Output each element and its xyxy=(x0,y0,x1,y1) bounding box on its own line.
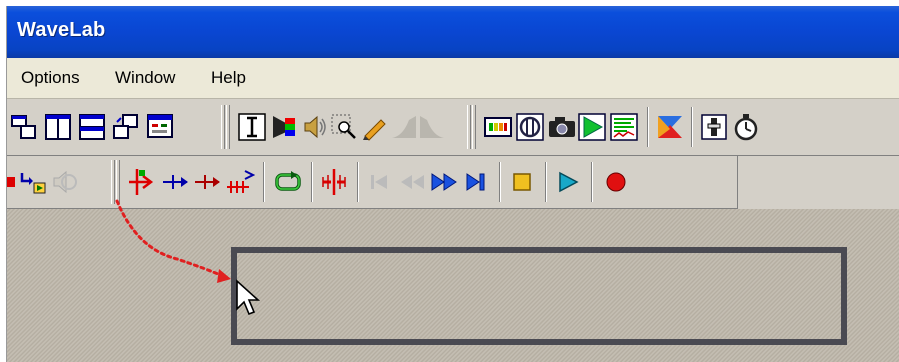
toolbar-grip[interactable] xyxy=(116,160,120,204)
plugin-icon[interactable] xyxy=(515,112,545,142)
toolbar-separator xyxy=(263,162,265,202)
color-palette-icon[interactable] xyxy=(269,112,299,142)
annotation-arrow xyxy=(115,199,231,283)
title-bar[interactable]: WaveLab xyxy=(7,6,899,58)
go-end-icon[interactable] xyxy=(461,167,491,197)
window-title: WaveLab xyxy=(17,19,106,41)
camera-icon[interactable] xyxy=(547,112,577,142)
prev-marker-icon[interactable] xyxy=(193,167,223,197)
columns-icon[interactable] xyxy=(43,112,73,142)
window-tile-icon[interactable] xyxy=(9,112,39,142)
stop-icon[interactable] xyxy=(507,167,537,197)
spectrum-icon[interactable] xyxy=(609,112,639,142)
loop-icon[interactable] xyxy=(273,167,303,197)
mouse-cursor-icon xyxy=(236,279,261,316)
toolbar-separator xyxy=(311,162,313,202)
go-start-icon[interactable] xyxy=(365,167,395,197)
highlight-rectangle xyxy=(231,247,847,345)
zoom-icon[interactable] xyxy=(329,112,359,142)
panel-icon[interactable] xyxy=(145,112,175,142)
crossfade-icon[interactable] xyxy=(655,112,685,142)
toolbar-grip[interactable] xyxy=(111,160,115,204)
main-toolbar xyxy=(7,99,899,156)
toolbar-separator xyxy=(357,162,359,202)
play-range-icon[interactable] xyxy=(577,112,607,142)
toolbar-grip[interactable] xyxy=(226,105,230,149)
fade-in-icon[interactable] xyxy=(389,112,419,142)
play-icon[interactable] xyxy=(553,167,583,197)
rewind-icon[interactable] xyxy=(397,167,427,197)
speaker-icon[interactable] xyxy=(300,112,330,142)
multi-marker-icon[interactable] xyxy=(225,167,255,197)
fast-forward-icon[interactable] xyxy=(429,167,459,197)
workspace-area[interactable] xyxy=(7,199,899,362)
menu-bar: Options Window Help xyxy=(7,58,899,99)
app-window: WaveLab Options Window Help xyxy=(6,6,899,362)
meter-icon[interactable] xyxy=(483,112,513,142)
speaker-disabled-icon[interactable] xyxy=(49,167,79,197)
toolbar-separator xyxy=(691,107,693,147)
rows-icon[interactable] xyxy=(77,112,107,142)
menu-help[interactable]: Help xyxy=(211,68,246,88)
next-marker-icon[interactable] xyxy=(161,167,191,197)
toolbar-separator xyxy=(545,162,547,202)
marker-set-icon[interactable] xyxy=(19,167,49,197)
menu-window[interactable]: Window xyxy=(115,68,175,88)
record-icon[interactable] xyxy=(601,167,631,197)
pencil-icon[interactable] xyxy=(359,112,389,142)
fade-out-icon[interactable] xyxy=(417,112,447,142)
toolbar-separator xyxy=(647,107,649,147)
toolbar-separator xyxy=(499,162,501,202)
toolbar-grip[interactable] xyxy=(221,105,225,149)
toolbar-separator xyxy=(591,162,593,202)
text-cursor-icon[interactable] xyxy=(237,112,267,142)
insert-marker-icon[interactable] xyxy=(127,167,157,197)
window-switch-icon[interactable] xyxy=(111,112,141,142)
split-icon[interactable] xyxy=(319,167,349,197)
stopwatch-icon[interactable] xyxy=(731,112,761,142)
toolbar-grip[interactable] xyxy=(467,105,471,149)
menu-options[interactable]: Options xyxy=(21,68,80,88)
toolbar-grip[interactable] xyxy=(472,105,476,149)
fader-icon[interactable] xyxy=(699,112,729,142)
